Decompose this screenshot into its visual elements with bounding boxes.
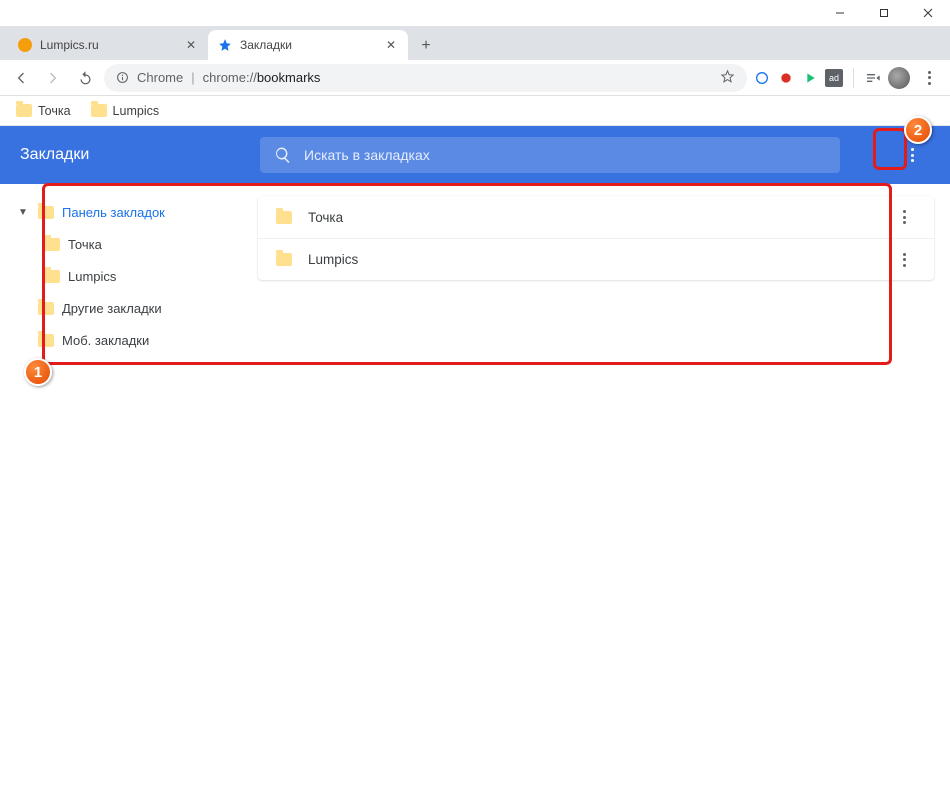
extension-icon[interactable] — [777, 69, 795, 87]
chevron-down-icon[interactable]: ▼ — [16, 207, 30, 218]
tree-label: Другие закладки — [62, 301, 162, 316]
window-titlebar — [0, 0, 950, 26]
tree-label: Lumpics — [68, 269, 116, 284]
bookmarks-page-header: Закладки — [0, 126, 950, 184]
bookmarks-menu-button[interactable] — [894, 137, 930, 173]
bookmarks-bar: Точка Lumpics — [0, 96, 950, 126]
extension-icon[interactable] — [753, 69, 771, 87]
tab-bookmarks[interactable]: Закладки ✕ — [208, 30, 408, 60]
bookmarks-search[interactable] — [260, 137, 840, 173]
bookmark-folder[interactable]: Lumpics — [83, 101, 168, 121]
tree-item-bookmarks-bar[interactable]: ▼ Панель закладок — [4, 196, 254, 228]
folder-icon — [276, 253, 292, 266]
bookmark-label: Точка — [38, 104, 71, 118]
extension-icon[interactable]: ad — [825, 69, 843, 87]
star-icon — [218, 38, 232, 52]
tree-label: Моб. закладки — [62, 333, 149, 348]
folder-icon — [91, 104, 107, 117]
item-menu-button[interactable] — [892, 248, 916, 272]
folder-icon — [276, 211, 292, 224]
window-minimize-button[interactable] — [818, 0, 862, 26]
list-item[interactable]: Lumpics — [258, 238, 934, 280]
tree-item[interactable]: Точка — [4, 228, 254, 260]
tab-close-icon[interactable]: ✕ — [384, 38, 398, 52]
forward-button[interactable] — [40, 65, 66, 91]
folder-icon — [38, 302, 54, 315]
toolbar-separator — [853, 68, 854, 88]
browser-toolbar: Chrome | chrome://bookmarks ad — [0, 60, 950, 96]
tree-item[interactable]: Lumpics — [4, 260, 254, 292]
bookmark-list-card: Точка Lumpics — [258, 196, 934, 280]
folder-icon — [38, 334, 54, 347]
tree-label: Точка — [68, 237, 102, 252]
extension-icon[interactable] — [801, 69, 819, 87]
site-info-icon[interactable] — [116, 71, 129, 84]
list-item[interactable]: Точка — [258, 196, 934, 238]
folder-icon — [38, 206, 54, 219]
item-menu-button[interactable] — [892, 205, 916, 229]
url-host: Chrome — [137, 70, 183, 85]
url-text: chrome://bookmarks — [203, 70, 321, 85]
bookmark-label: Lumpics — [113, 104, 160, 118]
folder-icon — [44, 238, 60, 251]
bookmark-star-icon[interactable] — [720, 69, 735, 87]
tree-label: Панель закладок — [62, 205, 165, 220]
tree-item-mobile-bookmarks[interactable]: Моб. закладки — [4, 324, 254, 356]
folder-tree: ▼ Панель закладок Точка Lumpics Другие з… — [0, 184, 258, 802]
tab-strip: Lumpics.ru ✕ Закладки ✕ + — [0, 26, 950, 60]
chrome-menu-button[interactable] — [916, 65, 942, 91]
list-item-label: Точка — [308, 210, 343, 225]
folder-icon — [16, 104, 32, 117]
tab-title: Закладки — [240, 38, 376, 52]
list-item-label: Lumpics — [308, 252, 358, 267]
profile-avatar[interactable] — [888, 67, 910, 89]
tree-item-other-bookmarks[interactable]: Другие закладки — [4, 292, 254, 324]
folder-icon — [44, 270, 60, 283]
tab-lumpics[interactable]: Lumpics.ru ✕ — [8, 30, 208, 60]
address-bar[interactable]: Chrome | chrome://bookmarks — [104, 64, 747, 92]
back-button[interactable] — [8, 65, 34, 91]
search-icon — [274, 146, 292, 164]
window-maximize-button[interactable] — [862, 0, 906, 26]
tab-close-icon[interactable]: ✕ — [184, 38, 198, 52]
tab-favicon — [18, 38, 32, 52]
bookmark-folder[interactable]: Точка — [8, 101, 79, 121]
window-close-button[interactable] — [906, 0, 950, 26]
media-control-icon[interactable] — [864, 69, 882, 87]
reload-button[interactable] — [72, 65, 98, 91]
bookmark-list: Точка Lumpics — [258, 184, 950, 802]
bookmarks-content: ▼ Панель закладок Точка Lumpics Другие з… — [0, 184, 950, 802]
tab-title: Lumpics.ru — [40, 38, 176, 52]
page-title: Закладки — [20, 146, 240, 164]
search-input[interactable] — [304, 147, 826, 163]
new-tab-button[interactable]: + — [412, 32, 440, 60]
